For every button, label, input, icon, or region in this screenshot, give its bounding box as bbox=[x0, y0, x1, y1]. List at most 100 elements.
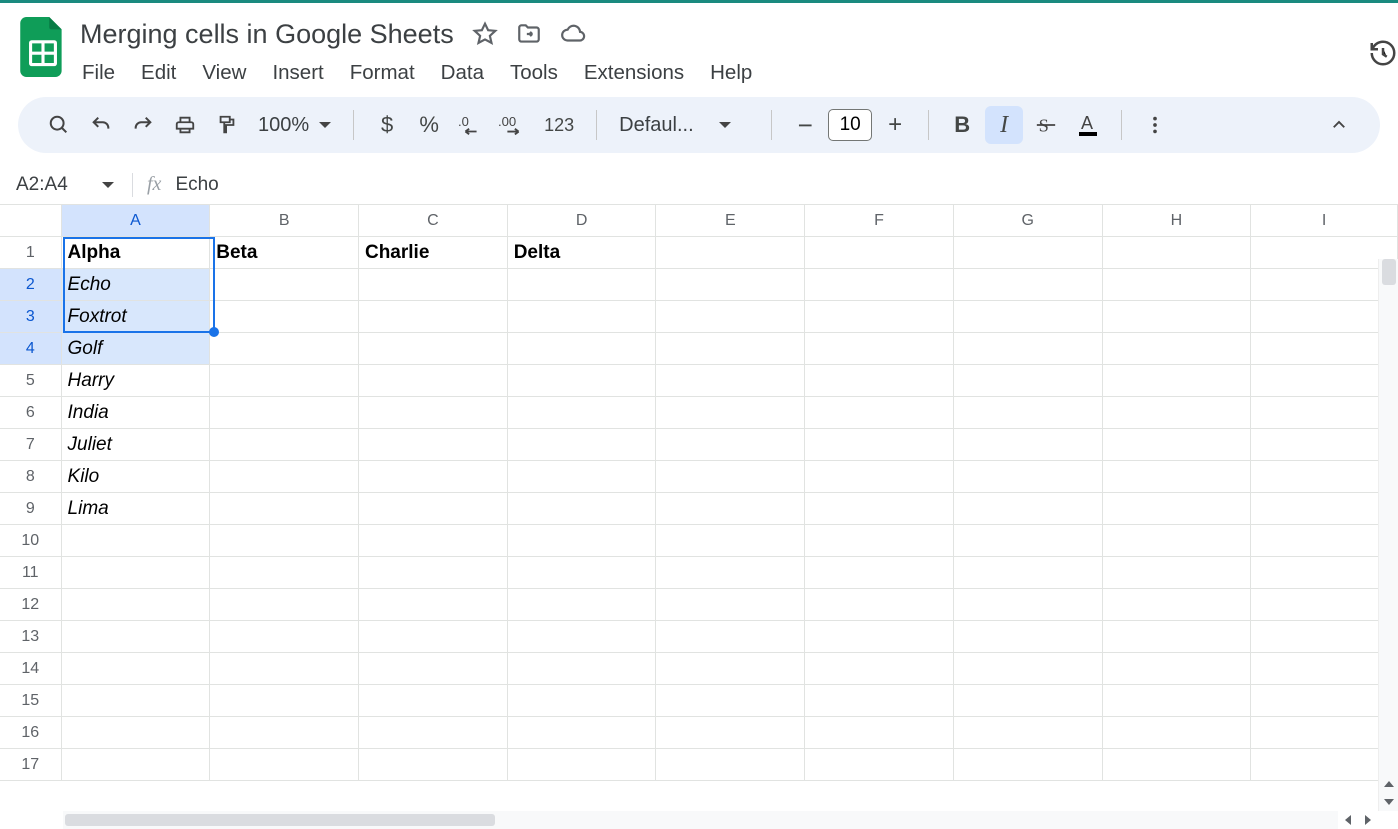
horizontal-scrollbar[interactable] bbox=[63, 811, 1338, 829]
move-folder-icon[interactable] bbox=[516, 21, 542, 47]
cell-G6[interactable] bbox=[954, 397, 1103, 429]
cell-A11[interactable] bbox=[62, 557, 211, 589]
star-icon[interactable] bbox=[472, 21, 498, 47]
cell-C9[interactable] bbox=[359, 493, 508, 525]
decrease-decimal-icon[interactable]: .0 bbox=[452, 106, 490, 144]
cell-C6[interactable] bbox=[359, 397, 508, 429]
cell-B10[interactable] bbox=[210, 525, 359, 557]
cell-E12[interactable] bbox=[656, 589, 805, 621]
cell-F7[interactable] bbox=[805, 429, 954, 461]
cell-B8[interactable] bbox=[210, 461, 359, 493]
cell-E8[interactable] bbox=[656, 461, 805, 493]
cell-B11[interactable] bbox=[210, 557, 359, 589]
doc-title[interactable]: Merging cells in Google Sheets bbox=[80, 19, 454, 50]
cell-D4[interactable] bbox=[508, 333, 657, 365]
cell-F2[interactable] bbox=[805, 269, 954, 301]
collapse-toolbar-icon[interactable] bbox=[1320, 106, 1358, 144]
cell-A6[interactable]: India bbox=[62, 397, 211, 429]
paint-format-icon[interactable] bbox=[208, 106, 246, 144]
spreadsheet-grid[interactable]: ABCDEFGHI1AlphaBetaCharlieDelta2Echo3Fox… bbox=[0, 205, 1398, 781]
cell-D17[interactable] bbox=[508, 749, 657, 781]
search-icon[interactable] bbox=[40, 106, 78, 144]
cell-E11[interactable] bbox=[656, 557, 805, 589]
cell-I2[interactable] bbox=[1251, 269, 1398, 301]
cell-E15[interactable] bbox=[656, 685, 805, 717]
cell-I7[interactable] bbox=[1251, 429, 1398, 461]
cell-F17[interactable] bbox=[805, 749, 954, 781]
row-header-10[interactable]: 10 bbox=[0, 525, 62, 557]
cell-A9[interactable]: Lima bbox=[62, 493, 211, 525]
col-header-G[interactable]: G bbox=[954, 205, 1103, 237]
cell-B17[interactable] bbox=[210, 749, 359, 781]
cell-B1[interactable]: Beta bbox=[210, 237, 359, 269]
cell-A15[interactable] bbox=[62, 685, 211, 717]
cell-A10[interactable] bbox=[62, 525, 211, 557]
cell-H17[interactable] bbox=[1103, 749, 1252, 781]
row-header-15[interactable]: 15 bbox=[0, 685, 62, 717]
row-header-13[interactable]: 13 bbox=[0, 621, 62, 653]
cell-F11[interactable] bbox=[805, 557, 954, 589]
scroll-thumb[interactable] bbox=[65, 814, 495, 826]
menu-help[interactable]: Help bbox=[710, 61, 752, 85]
menu-tools[interactable]: Tools bbox=[510, 61, 558, 85]
cell-I16[interactable] bbox=[1251, 717, 1398, 749]
cell-C12[interactable] bbox=[359, 589, 508, 621]
cell-B3[interactable] bbox=[210, 301, 359, 333]
row-header-6[interactable]: 6 bbox=[0, 397, 62, 429]
cell-E4[interactable] bbox=[656, 333, 805, 365]
col-header-B[interactable]: B bbox=[210, 205, 359, 237]
cell-G12[interactable] bbox=[954, 589, 1103, 621]
cell-B4[interactable] bbox=[210, 333, 359, 365]
cell-C3[interactable] bbox=[359, 301, 508, 333]
cell-F3[interactable] bbox=[805, 301, 954, 333]
cell-G13[interactable] bbox=[954, 621, 1103, 653]
cell-D8[interactable] bbox=[508, 461, 657, 493]
row-header-14[interactable]: 14 bbox=[0, 653, 62, 685]
col-header-I[interactable]: I bbox=[1251, 205, 1398, 237]
cell-G3[interactable] bbox=[954, 301, 1103, 333]
cell-B7[interactable] bbox=[210, 429, 359, 461]
cell-G16[interactable] bbox=[954, 717, 1103, 749]
cell-D7[interactable] bbox=[508, 429, 657, 461]
cell-I3[interactable] bbox=[1251, 301, 1398, 333]
undo-icon[interactable] bbox=[82, 106, 120, 144]
cell-H15[interactable] bbox=[1103, 685, 1252, 717]
percent-format-button[interactable]: % bbox=[410, 106, 448, 144]
row-header-3[interactable]: 3 bbox=[0, 301, 62, 333]
vertical-scrollbar[interactable] bbox=[1378, 259, 1398, 811]
cell-E5[interactable] bbox=[656, 365, 805, 397]
increase-font-icon[interactable]: + bbox=[876, 106, 914, 144]
cell-B15[interactable] bbox=[210, 685, 359, 717]
cell-F12[interactable] bbox=[805, 589, 954, 621]
cell-G15[interactable] bbox=[954, 685, 1103, 717]
cell-C2[interactable] bbox=[359, 269, 508, 301]
row-header-7[interactable]: 7 bbox=[0, 429, 62, 461]
row-header-11[interactable]: 11 bbox=[0, 557, 62, 589]
cell-F1[interactable] bbox=[805, 237, 954, 269]
scroll-up-icon[interactable] bbox=[1379, 775, 1398, 793]
cell-A14[interactable] bbox=[62, 653, 211, 685]
cell-B12[interactable] bbox=[210, 589, 359, 621]
cell-H8[interactable] bbox=[1103, 461, 1252, 493]
text-color-button[interactable]: A bbox=[1069, 106, 1107, 144]
cell-G9[interactable] bbox=[954, 493, 1103, 525]
cell-H1[interactable] bbox=[1103, 237, 1252, 269]
cell-D5[interactable] bbox=[508, 365, 657, 397]
cell-E6[interactable] bbox=[656, 397, 805, 429]
cell-C8[interactable] bbox=[359, 461, 508, 493]
cell-D11[interactable] bbox=[508, 557, 657, 589]
cell-C1[interactable]: Charlie bbox=[359, 237, 508, 269]
cell-A4[interactable]: Golf bbox=[62, 333, 211, 365]
font-select[interactable]: Defaul... bbox=[619, 114, 749, 137]
cell-I1[interactable] bbox=[1251, 237, 1398, 269]
menu-format[interactable]: Format bbox=[350, 61, 415, 85]
decrease-font-icon[interactable]: − bbox=[786, 106, 824, 144]
menu-extensions[interactable]: Extensions bbox=[584, 61, 684, 85]
cell-I17[interactable] bbox=[1251, 749, 1398, 781]
cell-I10[interactable] bbox=[1251, 525, 1398, 557]
menu-data[interactable]: Data bbox=[441, 61, 484, 85]
cell-D1[interactable]: Delta bbox=[508, 237, 657, 269]
cell-D9[interactable] bbox=[508, 493, 657, 525]
row-header-17[interactable]: 17 bbox=[0, 749, 62, 781]
cloud-status-icon[interactable] bbox=[560, 21, 586, 47]
